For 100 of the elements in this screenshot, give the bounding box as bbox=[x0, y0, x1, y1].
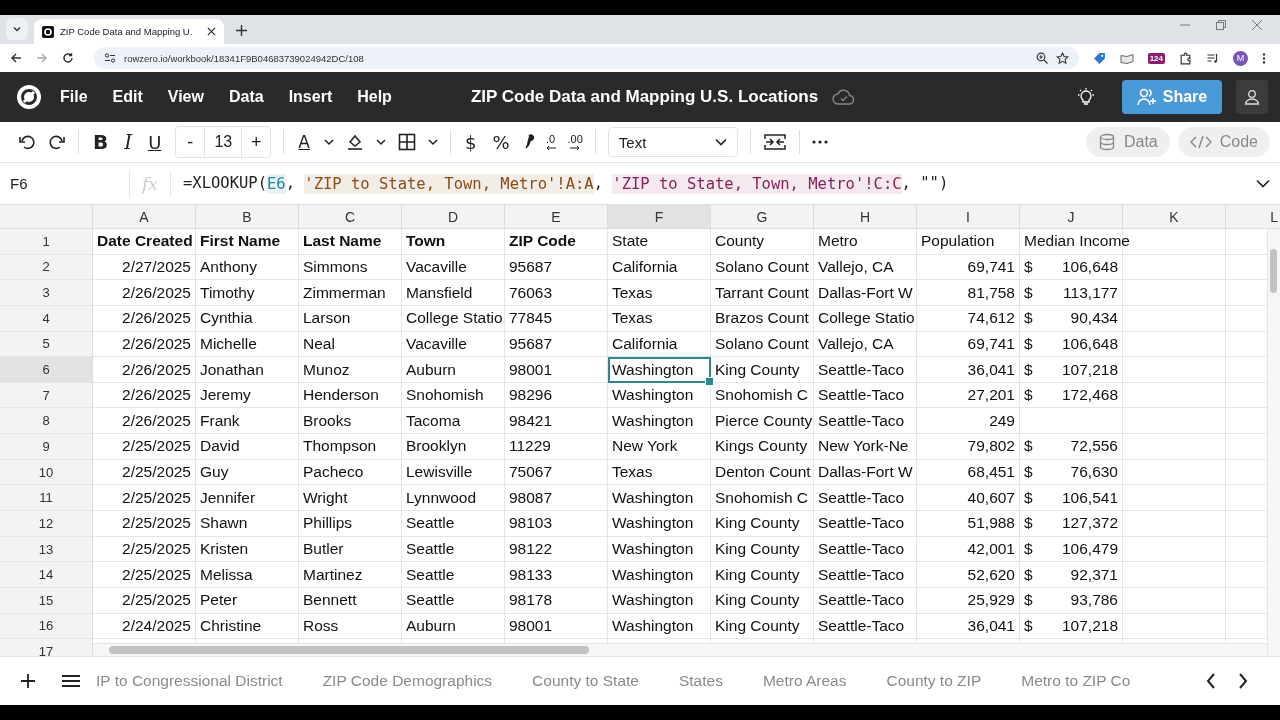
puzzle-icon[interactable] bbox=[1179, 51, 1192, 65]
formula-field[interactable]: =XLOOKUP(E6, 'ZIP to State, Town, Metro'!A:A, 'ZIP to State, Town, Metro'!C:C, "") bbox=[183, 173, 1256, 194]
column-header[interactable]: H bbox=[814, 205, 917, 229]
bold-button[interactable]: B bbox=[91, 130, 111, 154]
sheet-tab[interactable]: Metro to ZIP Co bbox=[1021, 672, 1131, 690]
row-header[interactable]: 2 bbox=[0, 254, 93, 281]
database-icon[interactable] bbox=[1097, 133, 1116, 151]
sheet-tab[interactable]: IP to Congressional District bbox=[96, 672, 283, 690]
lightbulb-icon[interactable] bbox=[1076, 87, 1096, 107]
row-header[interactable]: 12 bbox=[0, 511, 93, 537]
decrease-size-button[interactable]: - bbox=[176, 127, 205, 157]
close-icon[interactable] bbox=[207, 27, 216, 36]
tab-search-button[interactable] bbox=[6, 18, 28, 40]
browser-tab[interactable]: ZIP Code Data and Mapping U. bbox=[34, 19, 224, 44]
column-header[interactable]: I bbox=[917, 205, 1020, 229]
text-color-button[interactable]: A bbox=[296, 132, 312, 152]
column-header[interactable]: A bbox=[93, 205, 196, 229]
arrow-left-icon[interactable] bbox=[545, 144, 556, 151]
horizontal-scrollbar[interactable] bbox=[93, 643, 1268, 656]
back-icon[interactable] bbox=[10, 52, 22, 64]
sheet-tab[interactable]: County to ZIP bbox=[886, 672, 982, 690]
row-header[interactable]: 15 bbox=[0, 587, 93, 614]
reload-icon[interactable] bbox=[62, 52, 74, 64]
fill-handle[interactable] bbox=[705, 376, 714, 386]
currency-button[interactable]: $ bbox=[463, 131, 479, 153]
row-header[interactable]: 4 bbox=[0, 305, 93, 332]
underline-button[interactable]: U bbox=[146, 131, 164, 153]
column-header[interactable]: B bbox=[196, 205, 299, 229]
account-button[interactable] bbox=[1236, 80, 1268, 114]
row-header[interactable]: 10 bbox=[0, 459, 93, 486]
percent-button[interactable]: % bbox=[490, 131, 512, 153]
row-header[interactable]: 3 bbox=[0, 280, 93, 306]
row-header[interactable]: 7 bbox=[0, 382, 93, 409]
logo-icon[interactable] bbox=[16, 84, 42, 110]
menu-item[interactable]: Edit bbox=[112, 88, 143, 106]
address-field[interactable]: rowzero.io/workbook/18341F9B04683739024942DC/108 bbox=[94, 47, 1079, 69]
sheet-tab[interactable]: States bbox=[678, 672, 723, 690]
new-tab-icon[interactable] bbox=[236, 25, 247, 36]
more-icon[interactable] bbox=[811, 140, 828, 144]
sheet-tab[interactable]: ZIP Code Demographics bbox=[322, 672, 493, 690]
row-header[interactable]: 17 bbox=[0, 639, 93, 656]
row-header[interactable]: 16 bbox=[0, 613, 93, 640]
row-header[interactable]: 11 bbox=[0, 485, 93, 512]
column-header[interactable]: G bbox=[711, 205, 814, 229]
more-icon[interactable] bbox=[1262, 51, 1266, 65]
fill-color-icon[interactable] bbox=[346, 133, 364, 151]
chevron-right-icon[interactable] bbox=[1238, 673, 1248, 689]
borders-icon[interactable] bbox=[398, 133, 416, 151]
profile-avatar[interactable]: M bbox=[1233, 50, 1248, 66]
row-header[interactable]: 6 bbox=[0, 357, 93, 383]
comma-icon[interactable] bbox=[523, 133, 534, 151]
italic-button[interactable]: I bbox=[122, 130, 135, 154]
row-header[interactable]: 1 bbox=[0, 229, 93, 255]
redo-icon[interactable] bbox=[48, 133, 66, 151]
increase-size-button[interactable]: + bbox=[242, 127, 271, 157]
menu-item[interactable]: Insert bbox=[288, 88, 333, 106]
row-header[interactable]: 14 bbox=[0, 562, 93, 588]
caret-icon[interactable] bbox=[428, 138, 438, 146]
menu-item[interactable]: View bbox=[167, 88, 204, 106]
code-icon[interactable] bbox=[1189, 135, 1212, 149]
media-icon[interactable] bbox=[1206, 52, 1219, 64]
caret-icon[interactable] bbox=[376, 138, 386, 146]
column-header[interactable]: C bbox=[299, 205, 402, 229]
column-header[interactable]: F bbox=[608, 205, 711, 229]
sheet-tab[interactable]: County to State bbox=[532, 672, 639, 690]
row-header[interactable]: 8 bbox=[0, 408, 93, 435]
wrap-icon[interactable] bbox=[762, 133, 787, 151]
undo-icon[interactable] bbox=[18, 133, 36, 151]
decrease-decimals-button[interactable]: .0 bbox=[545, 133, 556, 151]
caret-icon[interactable] bbox=[12, 24, 22, 34]
vertical-scrollbar[interactable] bbox=[1267, 229, 1280, 656]
sheet-tab[interactable]: Metro Areas bbox=[762, 672, 847, 690]
menu-icon[interactable] bbox=[62, 674, 80, 688]
expand-icon[interactable] bbox=[1256, 179, 1270, 188]
site-settings-icon[interactable] bbox=[104, 52, 116, 64]
number-format-dropdown[interactable]: Text bbox=[607, 127, 738, 157]
row-header[interactable]: 5 bbox=[0, 331, 93, 358]
add-person-icon[interactable] bbox=[1136, 88, 1157, 106]
column-header[interactable]: J bbox=[1020, 205, 1123, 229]
column-header[interactable]: D bbox=[402, 205, 505, 229]
star-icon[interactable] bbox=[1055, 51, 1069, 65]
row-header[interactable]: 9 bbox=[0, 434, 93, 460]
caret-icon[interactable] bbox=[324, 138, 334, 146]
cell-name-field[interactable]: F6 bbox=[0, 170, 130, 197]
menu-item[interactable]: File bbox=[60, 88, 88, 106]
chevron-left-icon[interactable] bbox=[1206, 673, 1216, 689]
arrow-right-icon[interactable] bbox=[570, 144, 581, 151]
extension-badge[interactable]: 124 bbox=[1147, 52, 1165, 64]
increase-decimals-button[interactable]: .00 bbox=[567, 133, 583, 151]
user-icon[interactable] bbox=[1244, 89, 1260, 105]
menu-item[interactable]: Help bbox=[357, 88, 392, 106]
tag-icon[interactable] bbox=[1092, 51, 1106, 65]
font-size-field[interactable]: 13 bbox=[204, 127, 243, 157]
chevron-down-icon[interactable] bbox=[714, 138, 727, 146]
menu-item[interactable]: Data bbox=[228, 88, 264, 106]
add-sheet-icon[interactable] bbox=[20, 673, 36, 689]
restore-icon[interactable] bbox=[1216, 19, 1226, 30]
column-header[interactable]: K bbox=[1123, 205, 1226, 229]
zoom-icon[interactable] bbox=[1035, 52, 1048, 64]
book-icon[interactable] bbox=[1119, 51, 1134, 65]
